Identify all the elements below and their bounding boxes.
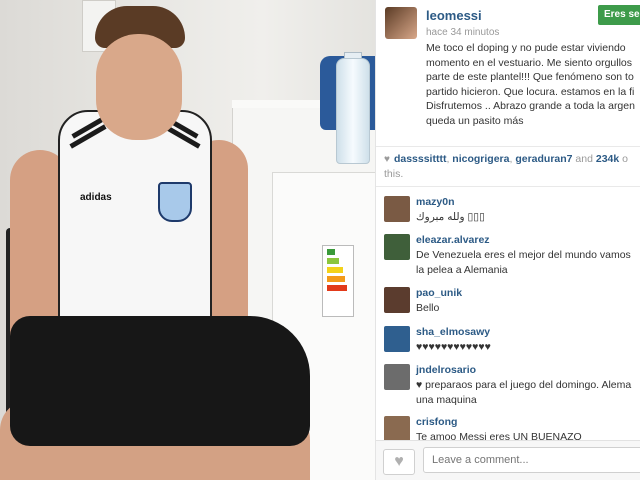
comment-input[interactable]	[423, 447, 640, 473]
separator: and	[572, 153, 596, 165]
divider	[376, 186, 640, 187]
commenter-username[interactable]: eleazar.alvarez	[416, 234, 490, 246]
post-photo[interactable]: adidas	[0, 0, 375, 480]
like-user[interactable]: nicogrigera	[452, 153, 509, 165]
post-time[interactable]: hace 34 minutos	[426, 27, 499, 38]
comment-text: ♥ preparaos para el juego del domingo. A…	[416, 379, 632, 406]
commenter-avatar[interactable]	[384, 326, 410, 352]
brand-logo: adidas	[80, 192, 112, 203]
water-bottle	[336, 58, 370, 164]
post-caption: Me toco el doping y no pude estar vivien…	[426, 42, 635, 127]
post-sidebar: leomessi Eres se hace 34 minutos Me toco…	[375, 0, 640, 480]
likes-end: this.	[384, 168, 404, 180]
likes-rest: o	[619, 153, 628, 165]
comment-text: ولله مبروك ▯▯▯	[416, 211, 485, 223]
commenter-avatar[interactable]	[384, 364, 410, 390]
commenter-username[interactable]: jndelrosario	[416, 364, 476, 376]
post-header: leomessi Eres se hace 34 minutos Me toco…	[376, 0, 640, 140]
commenter-avatar[interactable]	[384, 287, 410, 313]
follow-button[interactable]: Eres se	[598, 5, 640, 25]
commenter-username[interactable]: mazy0n	[416, 196, 455, 208]
like-user[interactable]: geraduran7	[515, 153, 572, 165]
comment-bar: ♥	[376, 440, 640, 480]
face	[96, 34, 182, 140]
commenter-avatar[interactable]	[384, 416, 410, 442]
shorts	[10, 316, 310, 446]
like-button[interactable]: ♥	[383, 449, 415, 475]
commenter-avatar[interactable]	[384, 234, 410, 260]
energy-label	[322, 245, 354, 317]
likes-summary: ♥ dassssitttt, nicogrigera, geraduran7 an…	[384, 152, 639, 181]
author-avatar[interactable]	[385, 7, 417, 39]
commenter-username[interactable]: pao_unik	[416, 287, 462, 299]
heart-icon: ♥	[384, 154, 390, 165]
jersey	[58, 110, 212, 324]
likes-count[interactable]: 234k	[596, 153, 619, 165]
author-username[interactable]: leomessi	[426, 8, 482, 23]
divider	[376, 146, 640, 147]
commenter-avatar[interactable]	[384, 196, 410, 222]
like-user[interactable]: dassssitttt	[394, 153, 447, 165]
comment-text: Bello	[416, 302, 440, 314]
team-crest	[158, 182, 192, 222]
commenter-username[interactable]: crisfong	[416, 416, 457, 428]
comment-text: ♥♥♥♥♥♥♥♥♥♥♥♥	[416, 341, 491, 353]
comment-text: De Venezuela eres el mejor del mundo vam…	[416, 249, 631, 276]
heart-icon: ♥	[394, 453, 404, 470]
commenter-username[interactable]: sha_elmosawy	[416, 326, 490, 338]
